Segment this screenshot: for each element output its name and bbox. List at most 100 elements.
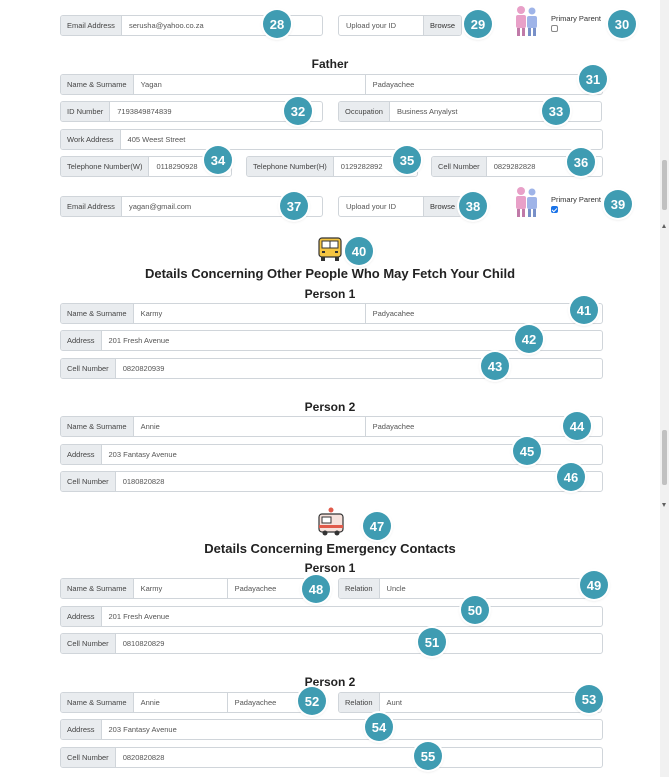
upload-id-placeholder[interactable]: Upload your ID: [339, 197, 423, 216]
tel-h-label: Telephone Number(H): [247, 157, 334, 176]
relation-value[interactable]: Aunt: [380, 693, 601, 712]
step-badge-38: 38: [459, 192, 487, 220]
step-badge-39: 39: [604, 190, 632, 218]
cell-value[interactable]: 0810820829: [116, 634, 602, 653]
work-address-label: Work Address: [61, 130, 121, 149]
relation-label: Relation: [339, 579, 380, 598]
primary-parent-checkbox[interactable]: [551, 25, 558, 32]
address-value[interactable]: 201 Fresh Avenue: [102, 607, 602, 626]
first-name-value[interactable]: Karmy: [134, 579, 228, 598]
first-name-value[interactable]: Annie: [134, 417, 366, 436]
address-label: Address: [61, 720, 102, 739]
father-name-field[interactable]: Name & Surname Yagan Padayachee: [60, 74, 603, 95]
address-label: Address: [61, 331, 102, 350]
name-label: Name & Surname: [61, 579, 134, 598]
step-badge-32: 32: [284, 97, 312, 125]
step-badge-52: 52: [298, 687, 326, 715]
emg-p2-name-field[interactable]: Name & Surname Annie Padayachee: [60, 692, 323, 713]
email-label: Email Address: [61, 16, 122, 35]
mother-upload-id-field[interactable]: Upload your ID Browse: [338, 15, 462, 36]
cell-label: Cell Number: [61, 359, 116, 378]
first-name-value[interactable]: Yagan: [134, 75, 366, 94]
step-badge-47: 47: [363, 512, 391, 540]
parents-icon: [516, 187, 537, 217]
cell-value[interactable]: 0820820828: [116, 748, 602, 767]
upload-id-placeholder[interactable]: Upload your ID: [339, 16, 423, 35]
cell-label: Cell Number: [61, 472, 116, 491]
step-badge-50: 50: [461, 596, 489, 624]
scroll-thumb[interactable]: [662, 160, 667, 210]
work-address-value[interactable]: 405 Weest Street: [121, 130, 602, 149]
step-badge-45: 45: [513, 437, 541, 465]
step-badge-28: 28: [263, 10, 291, 38]
step-badge-51: 51: [418, 628, 446, 656]
address-value[interactable]: 203 Fantasy Avenue: [102, 720, 602, 739]
step-badge-33: 33: [542, 97, 570, 125]
email-value[interactable]: serusha@yahoo.co.za: [122, 16, 322, 35]
surname-value[interactable]: Padayachee: [366, 75, 602, 94]
scroll-thumb-lower[interactable]: [662, 430, 667, 485]
step-badge-40: 40: [345, 237, 373, 265]
emg-p1-address-field[interactable]: Address 201 Fresh Avenue: [60, 606, 603, 627]
cell-value[interactable]: 0180820828: [116, 472, 602, 491]
step-badge-54: 54: [365, 713, 393, 741]
step-badge-37: 37: [280, 192, 308, 220]
name-label: Name & Surname: [61, 75, 134, 94]
emg-p1-cell-field[interactable]: Cell Number 0810820829: [60, 633, 603, 654]
name-label: Name & Surname: [61, 693, 134, 712]
emg-p2-address-field[interactable]: Address 203 Fantasy Avenue: [60, 719, 603, 740]
step-badge-46: 46: [557, 463, 585, 491]
first-name-value[interactable]: Annie: [134, 693, 228, 712]
step-badge-29: 29: [464, 10, 492, 38]
id-label: ID Number: [61, 102, 111, 121]
father-work-address-field[interactable]: Work Address 405 Weest Street: [60, 129, 603, 150]
step-badge-36: 36: [567, 148, 595, 176]
step-badge-53: 53: [575, 685, 603, 713]
step-badge-49: 49: [580, 571, 608, 599]
step-badge-31: 31: [579, 65, 607, 93]
email-label: Email Address: [61, 197, 122, 216]
emg-p1-name-field[interactable]: Name & Surname Karmy Padayachee: [60, 578, 323, 599]
fetch-person2-heading: Person 2: [304, 400, 356, 414]
step-badge-34: 34: [204, 146, 232, 174]
cell-label: Cell Number: [61, 634, 116, 653]
emg-p2-relation-field[interactable]: Relation Aunt: [338, 692, 602, 713]
fetch-p1-cell-field[interactable]: Cell Number 0820820939: [60, 358, 603, 379]
step-badge-41: 41: [570, 296, 598, 324]
emergency-person2-heading: Person 2: [304, 675, 356, 689]
step-badge-48: 48: [302, 575, 330, 603]
scroll-up-arrow[interactable]: [662, 224, 666, 228]
emergency-heading: Details Concerning Emergency Contacts: [204, 541, 456, 556]
vertical-scrollbar[interactable]: [660, 0, 669, 777]
primary-parent-checkbox[interactable]: [551, 206, 558, 213]
browse-button[interactable]: Browse: [422, 197, 461, 216]
primary-parent-label: Primary Parent: [551, 195, 602, 204]
fetch-person1-heading: Person 1: [304, 287, 356, 301]
relation-value[interactable]: Uncle: [380, 579, 601, 598]
name-label: Name & Surname: [61, 304, 134, 323]
fetch-p2-cell-field[interactable]: Cell Number 0180820828: [60, 471, 603, 492]
emergency-person1-heading: Person 1: [304, 561, 356, 575]
surname-value[interactable]: Padyacahee: [366, 304, 602, 323]
emg-p2-cell-field[interactable]: Cell Number 0820820828: [60, 747, 603, 768]
parents-icon: [516, 6, 537, 36]
fetch-p2-name-field[interactable]: Name & Surname Annie Padayachee: [60, 416, 603, 437]
step-badge-44: 44: [563, 412, 591, 440]
address-label: Address: [61, 445, 102, 464]
step-badge-30: 30: [608, 10, 636, 38]
occupation-label: Occupation: [339, 102, 390, 121]
fetch-heading: Details Concerning Other People Who May …: [144, 266, 516, 281]
father-upload-id-field[interactable]: Upload your ID Browse: [338, 196, 462, 217]
name-label: Name & Surname: [61, 417, 134, 436]
step-badge-35: 35: [393, 146, 421, 174]
cell-value[interactable]: 0820820939: [116, 359, 602, 378]
browse-button[interactable]: Browse: [422, 16, 461, 35]
first-name-value[interactable]: Karmy: [134, 304, 366, 323]
step-badge-43: 43: [481, 352, 509, 380]
step-badge-55: 55: [414, 742, 442, 770]
fetch-p1-name-field[interactable]: Name & Surname Karmy Padyacahee: [60, 303, 603, 324]
father-heading: Father: [311, 57, 349, 71]
cell-label: Cell Number: [61, 748, 116, 767]
relation-label: Relation: [339, 693, 380, 712]
scroll-down-arrow[interactable]: [662, 503, 666, 507]
